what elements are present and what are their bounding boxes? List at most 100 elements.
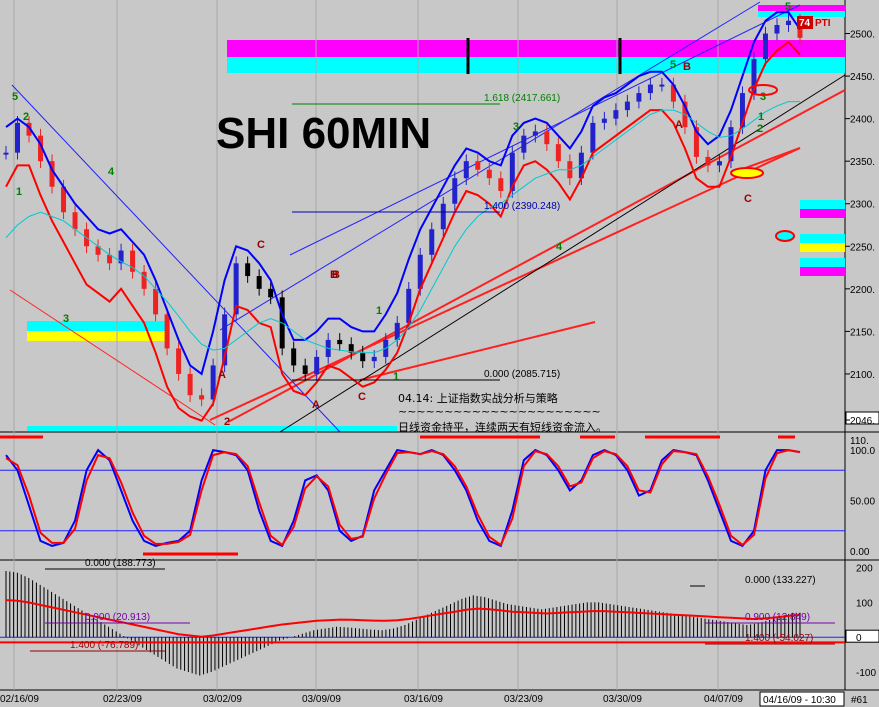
wave-label: B <box>332 269 340 281</box>
wave-label: 4 <box>556 241 563 253</box>
chart-title: SHI 60MIN <box>216 109 431 158</box>
x-axis-label: 02/23/09 <box>103 694 142 705</box>
osc-level-label: 0.000 (188.773) <box>85 558 156 569</box>
stock-chart: 1.618 (2417.661) 1.400 (2390.248) 0.000 (2… <box>0 0 879 707</box>
candle-body <box>544 131 550 145</box>
candle-body <box>659 84 665 87</box>
candle-body <box>176 348 182 374</box>
wave-label: 2 <box>23 111 29 123</box>
candle-body <box>705 156 711 166</box>
candle-body <box>164 314 170 349</box>
note-line-3: 日线资金持平，连续两天有短线资金流入。 <box>398 420 607 434</box>
osc-tick: 200 <box>856 563 873 574</box>
candle-body <box>601 118 607 123</box>
osc-tick: -100 <box>856 668 876 679</box>
candle-body <box>15 122 21 153</box>
price-tick: 2350. <box>850 157 875 168</box>
x-axis-label: 04/07/09 <box>704 694 743 705</box>
candle-body <box>716 161 722 166</box>
wave-label: 5 <box>670 59 676 71</box>
candle-body <box>475 161 481 170</box>
candle-body <box>3 152 9 155</box>
candle-body <box>486 169 492 179</box>
wave-label: C <box>358 391 366 403</box>
wave-label: 5 <box>785 1 791 13</box>
wave-label: A <box>675 119 683 131</box>
candle-body <box>532 131 538 136</box>
wave-label: C <box>744 193 752 205</box>
x-axis-label: 03/02/09 <box>203 694 242 705</box>
wave-label: 4 <box>108 166 115 178</box>
candle-body <box>245 263 251 277</box>
yellow-zone-left <box>27 331 167 341</box>
osc-level-label: 0.900 (20.913) <box>85 612 150 623</box>
candle-body <box>785 20 791 26</box>
candle-body <box>187 373 193 396</box>
candle-body <box>590 122 596 153</box>
fib-level-label: 0.000 (2085.715) <box>484 369 560 380</box>
page-number: #61 <box>851 695 868 706</box>
osc-level-label: 0.900 (12.849) <box>745 612 810 623</box>
wave-label: 1 <box>393 371 399 383</box>
magenta-zone-tr <box>758 5 845 11</box>
candle-body <box>371 356 377 362</box>
right-axis <box>845 0 879 690</box>
wave-label: C <box>257 239 265 251</box>
stoch-tick: 100.0 <box>850 446 875 457</box>
wave-label: A <box>312 399 320 411</box>
x-axis-label: 03/23/09 <box>504 694 543 705</box>
candle-body <box>153 288 159 315</box>
note-line-2: ~~~~~~~~~~~~~~~~~~~~~~ <box>398 405 601 418</box>
candle-body <box>647 84 653 94</box>
wave-label: 2 <box>757 123 763 135</box>
osc-level-label: 1.400 (-76.789) <box>70 640 138 651</box>
candle-body <box>613 110 619 119</box>
price-tick: 2100. <box>850 370 875 381</box>
candle-body <box>498 178 504 191</box>
wave-label: B <box>683 61 691 73</box>
price-tick: 2150. <box>850 327 875 338</box>
wave-label: 2 <box>224 416 230 428</box>
candle-body <box>774 25 780 34</box>
candle-body <box>360 352 366 362</box>
candle-body <box>429 229 435 255</box>
wave-label: 5 <box>12 91 18 103</box>
candle-body <box>624 101 630 111</box>
wave-label: 3 <box>760 91 766 103</box>
price-tag-suffix: PTI <box>815 18 831 29</box>
wave-label: 1 <box>376 305 382 317</box>
candle-body <box>463 161 469 179</box>
candle-body <box>521 135 527 153</box>
wave-label: A <box>218 369 226 381</box>
price-tick: 2450. <box>850 72 875 83</box>
candle-body <box>302 365 308 374</box>
current-time: 04/16/09 - 10:30 <box>763 695 836 706</box>
x-axis-label: 02/16/09 <box>0 694 39 705</box>
candle-body <box>762 33 768 60</box>
x-axis-label: 03/09/09 <box>302 694 341 705</box>
price-tick: 2046. <box>850 416 875 427</box>
candle-body <box>268 288 274 298</box>
stoch-tick: 50.00 <box>850 497 875 508</box>
osc-tick: 0 <box>856 633 862 644</box>
wave-label: 3 <box>63 313 69 325</box>
wave-label: 1 <box>16 186 22 198</box>
candle-body <box>337 339 343 345</box>
fib-level-label: 1.618 (2417.661) <box>484 93 560 104</box>
fib-level-label: 1.400 (2390.248) <box>484 201 560 212</box>
candle-body <box>72 212 78 230</box>
note-line-1: 04.14: 上证指数实战分析与策略 <box>398 391 558 405</box>
osc-level-label: 0.000 (133.227) <box>745 575 816 586</box>
price-tag: 74 <box>799 18 811 29</box>
wave-label: 1 <box>758 111 764 123</box>
price-tick: 2300. <box>850 200 875 211</box>
x-axis-label: 03/16/09 <box>404 694 443 705</box>
candle-body <box>256 276 262 289</box>
candle-body <box>440 203 446 230</box>
x-axis: 02/16/09 02/23/09 03/02/09 03/09/09 03/16/09… <box>0 691 868 707</box>
price-tick: 2250. <box>850 242 875 253</box>
candle-body <box>636 93 642 102</box>
candle-body <box>199 395 205 400</box>
osc-tick: 100 <box>856 598 873 609</box>
stoch-tick: 0.00 <box>850 547 870 558</box>
